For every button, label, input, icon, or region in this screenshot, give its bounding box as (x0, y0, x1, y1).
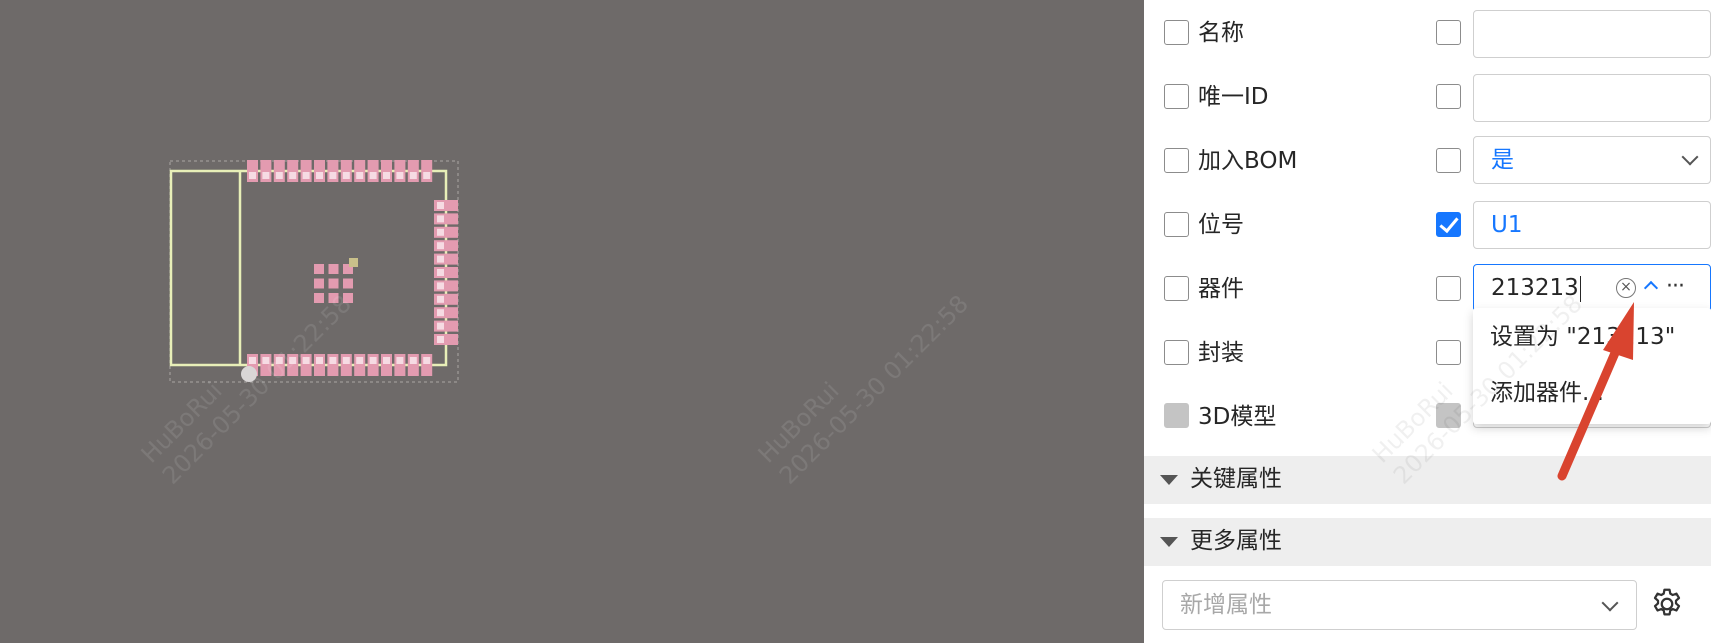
pad-mark (437, 269, 444, 276)
pad-mark (437, 282, 444, 290)
property-row-add-to-bom: 加入BOM 是 (1144, 130, 1711, 194)
property-label: 位号 (1198, 212, 1244, 238)
designator-batch-checkbox[interactable] (1164, 212, 1189, 237)
pad-mark (409, 357, 417, 364)
add-property-select[interactable]: 新增属性 (1162, 580, 1637, 630)
property-row-unique-id: 唯一ID (1144, 66, 1711, 130)
property-row-name: 名称 (1144, 2, 1711, 66)
section-title: 关键属性 (1190, 466, 1282, 492)
add-property-placeholder: 新增属性 (1180, 592, 1272, 618)
pad-mark (396, 357, 404, 364)
designator-field[interactable]: U1 (1473, 201, 1711, 249)
pcb-canvas[interactable]: HuBoRui 2026-05-30 01:22:58 HuBoRui 2026-0… (0, 0, 1144, 643)
gear-icon[interactable] (1649, 586, 1685, 622)
collapse-triangle-icon (1160, 537, 1178, 547)
pad-mark (437, 336, 444, 343)
pad-mark (437, 295, 444, 303)
bom-batch-checkbox[interactable] (1164, 148, 1189, 173)
pad-mark (437, 228, 444, 236)
pad-mark (437, 215, 444, 223)
pad-mark (342, 357, 350, 364)
device-batch-checkbox[interactable] (1164, 276, 1189, 301)
pad-mark (383, 357, 390, 364)
property-label: 封装 (1198, 340, 1244, 366)
pad-mark (249, 172, 256, 179)
pad-mark (329, 357, 337, 364)
pad-mark (437, 309, 444, 317)
bom-visible-checkbox[interactable] (1436, 148, 1461, 173)
property-panel: 名称 唯一ID 加入BOM 是 位号 U1 器件 213213 × ··· 封装… (1144, 0, 1711, 643)
pad-mark (409, 172, 417, 179)
pad-mark (342, 172, 350, 179)
property-label: 唯一ID (1198, 84, 1269, 110)
origin-marker (349, 258, 358, 267)
section-title: 更多属性 (1190, 528, 1282, 554)
unique-id-field[interactable] (1473, 74, 1711, 122)
center-pad (343, 278, 353, 289)
chevron-down-icon (1601, 594, 1619, 612)
chevron-down-icon (1681, 148, 1699, 166)
pad-mark (437, 202, 444, 209)
pad-mark (356, 172, 364, 179)
clear-circle-icon[interactable]: × (1616, 278, 1636, 298)
pad-mark (356, 357, 364, 364)
chevron-up-icon[interactable] (1643, 280, 1659, 296)
name-visible-checkbox[interactable] (1436, 20, 1461, 45)
collapse-triangle-icon (1160, 475, 1178, 485)
add-to-bom-value: 是 (1491, 147, 1514, 173)
text-caret (1579, 275, 1582, 302)
pad-mark (369, 172, 377, 179)
pad-mark (437, 322, 444, 330)
pad-mark (275, 172, 283, 179)
property-label: 名称 (1198, 20, 1244, 46)
center-pad (328, 264, 339, 274)
add-to-bom-select[interactable]: 是 (1473, 136, 1711, 184)
name-batch-checkbox[interactable] (1164, 20, 1189, 45)
footprint-batch-checkbox[interactable] (1164, 340, 1189, 365)
pad-mark (396, 172, 404, 179)
designator-visible-checkbox[interactable] (1436, 212, 1461, 237)
property-label: 器件 (1198, 276, 1244, 302)
pad-mark (316, 357, 323, 364)
pad-mark (423, 357, 431, 364)
pad-mark (383, 172, 390, 179)
name-field[interactable] (1473, 10, 1711, 58)
property-row-designator: 位号 U1 (1144, 194, 1711, 258)
pad-mark (423, 172, 431, 179)
more-dots-icon[interactable]: ··· (1666, 265, 1685, 309)
pad-mark (329, 172, 337, 179)
3d-model-batch-checkbox (1164, 403, 1189, 428)
pad-mark (437, 242, 444, 250)
section-more-properties[interactable]: 更多属性 (1144, 518, 1711, 566)
pad-mark (369, 357, 377, 364)
unique-id-visible-checkbox[interactable] (1436, 84, 1461, 109)
pad-mark (289, 172, 297, 179)
pad-mark (316, 172, 323, 179)
property-label: 3D模型 (1198, 404, 1277, 430)
unique-id-batch-checkbox[interactable] (1164, 84, 1189, 109)
pcb-footprint-view (169, 160, 459, 383)
pad-mark (262, 172, 270, 179)
property-label: 加入BOM (1198, 148, 1298, 174)
pad-mark (302, 172, 310, 179)
device-visible-checkbox[interactable] (1436, 276, 1461, 301)
pad-mark (437, 255, 444, 263)
